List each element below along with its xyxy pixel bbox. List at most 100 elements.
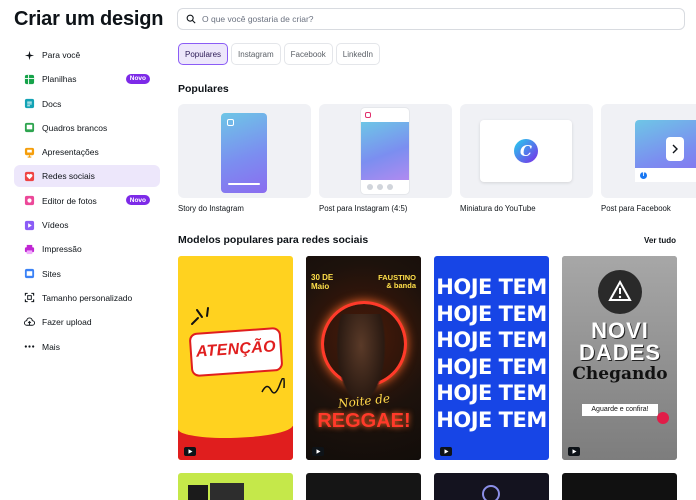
template-headline-2: DADES [578, 340, 661, 365]
whiteboard-icon [24, 122, 35, 133]
spreadsheet-icon [24, 74, 35, 85]
facebook-icon: f [640, 172, 647, 179]
scroll-right-button[interactable] [666, 137, 684, 161]
tab-facebook[interactable]: Facebook [283, 43, 333, 65]
sidebar-item-label: Sites [42, 268, 61, 279]
dot [367, 184, 373, 190]
instagram-icon [227, 119, 234, 126]
tab-linkedin[interactable]: LinkedIn [335, 43, 380, 65]
squiggle-icon [261, 378, 285, 394]
headline-stack: HOJE TEM HOJE TEM HOJE TEM HOJE TEM HOJE… [434, 274, 549, 433]
sidebar-item-label: Mais [42, 341, 60, 352]
tab-populares[interactable]: Populares [178, 43, 229, 65]
template-card-novidades[interactable]: NOVI DADES Chegando Aguarde e confira! [562, 256, 677, 460]
headline-line: HOJE TEM [436, 301, 547, 326]
headline-line: HOJE TEM [436, 407, 547, 432]
format-card-instagram-post[interactable] [319, 104, 452, 198]
website-icon [24, 268, 35, 279]
artist-photo [336, 314, 386, 404]
sparkle-icon [24, 50, 35, 61]
emphasis-marks-icon [191, 307, 209, 325]
see-all-link[interactable]: Ver tudo [644, 236, 676, 245]
more-icon [24, 341, 35, 352]
seal-icon [598, 270, 642, 314]
sidebar-item-label: Quadros brancos [42, 122, 108, 133]
sidebar-item-mais[interactable]: Mais [14, 336, 160, 358]
heart-icon [24, 171, 35, 182]
template-card-atencao[interactable]: ATENÇÃO [178, 256, 293, 460]
headline-line: HOJE TEM [436, 328, 547, 352]
new-badge: Novo [125, 73, 150, 84]
sidebar-nav: Para você Planilhas Novo Docs Quadros br… [14, 44, 160, 360]
sidebar-item-label: Apresentações [42, 147, 99, 158]
dot [377, 184, 383, 190]
template-headline-3: Chegando [572, 364, 668, 384]
template-card-partial[interactable] [306, 473, 421, 500]
sidebar-item-label: Impressão [42, 244, 82, 255]
format-card-youtube-thumbnail[interactable]: C [460, 104, 593, 198]
headline-line: HOJE TEM [436, 381, 547, 405]
search-icon [186, 14, 196, 24]
thumbnail-block [188, 485, 208, 500]
format-label: Post para Facebook [601, 204, 671, 213]
sidebar-item-editor-de-fotos[interactable]: Editor de fotos Novo [14, 190, 160, 212]
sidebar-item-para-voce[interactable]: Para você [14, 44, 160, 66]
tab-instagram[interactable]: Instagram [231, 43, 281, 65]
sidebar-item-impressao[interactable]: Impressão [14, 238, 160, 260]
format-card-instagram-story[interactable] [178, 104, 311, 198]
sidebar-item-sites[interactable]: Sites [14, 263, 160, 285]
sidebar-item-label: Editor de fotos [42, 195, 97, 206]
event-date: 30 DE Maio [311, 273, 334, 291]
sidebar-item-label: Para você [42, 50, 81, 60]
template-card-partial[interactable] [434, 473, 549, 500]
video-badge-icon [184, 447, 196, 456]
post-preview [361, 108, 409, 194]
thumbnail-preview: C [480, 120, 572, 182]
photo-editor-icon [24, 195, 35, 206]
sidebar: Criar um design Para você Planilhas Novo… [0, 0, 166, 500]
search-bar[interactable] [177, 8, 685, 30]
template-card-reggae[interactable]: 30 DE Maio FAUSTINO & banda Noite de REG… [306, 256, 421, 460]
video-badge-icon [440, 447, 452, 456]
sidebar-item-quadros-brancos[interactable]: Quadros brancos [14, 117, 160, 139]
format-label: Story do Instagram [178, 204, 244, 213]
presentation-icon [24, 147, 35, 158]
progress-line [228, 183, 260, 185]
post-image [361, 122, 409, 180]
thumbnail-block [210, 483, 244, 500]
sidebar-item-apresentacoes[interactable]: Apresentações [14, 141, 160, 163]
template-card-hoje-tem[interactable]: HOJE TEM HOJE TEM HOJE TEM HOJE TEM HOJE… [434, 256, 549, 460]
filter-tabs: Populares Instagram Facebook LinkedIn [178, 43, 380, 65]
heart-icon [657, 412, 669, 424]
sidebar-item-fazer-upload[interactable]: Fazer upload [14, 311, 160, 333]
video-badge-icon [568, 447, 580, 456]
format-label: Miniatura do YouTube [460, 204, 536, 213]
video-icon [24, 220, 35, 231]
sidebar-item-label: Tamanho personalizado [42, 292, 133, 303]
warning-icon [608, 279, 632, 301]
popular-section-title: Populares [178, 83, 229, 95]
headline-line: HOJE TEM [436, 275, 547, 299]
search-input[interactable] [202, 14, 662, 24]
chevron-right-icon [672, 144, 678, 154]
template-card-partial[interactable] [562, 473, 677, 500]
template-cta: Aguarde e confira! [582, 404, 658, 416]
templates-section-title: Modelos populares para redes sociais [178, 234, 369, 246]
sidebar-item-label: Fazer upload [42, 317, 92, 328]
template-headline: REGGAE! [317, 410, 411, 432]
sidebar-item-redes-sociais[interactable]: Redes sociais [14, 165, 160, 188]
upload-icon [24, 317, 35, 328]
sidebar-item-planilhas[interactable]: Planilhas Novo [14, 68, 160, 90]
instagram-icon [365, 112, 371, 118]
video-badge-icon [312, 447, 324, 456]
sidebar-item-label: Redes sociais [42, 171, 95, 182]
sidebar-item-label: Vídeos [42, 220, 69, 231]
sidebar-item-videos[interactable]: Vídeos [14, 214, 160, 236]
sidebar-item-docs[interactable]: Docs [14, 93, 160, 115]
headline-line: HOJE TEM [436, 354, 547, 379]
page-title: Criar um design [14, 8, 164, 30]
template-card-partial[interactable] [178, 473, 293, 500]
sidebar-item-tamanho-personalizado[interactable]: Tamanho personalizado [14, 287, 160, 309]
print-icon [24, 244, 35, 255]
resize-icon [24, 292, 35, 303]
